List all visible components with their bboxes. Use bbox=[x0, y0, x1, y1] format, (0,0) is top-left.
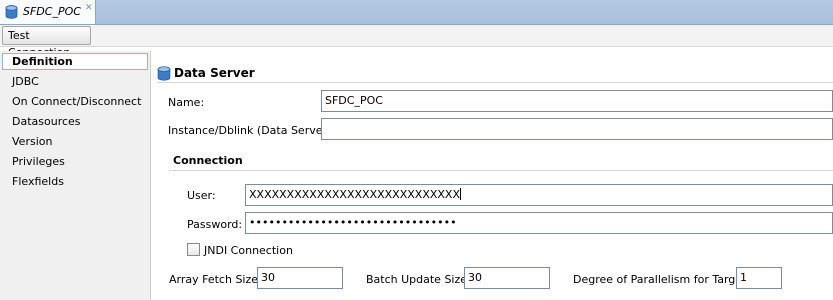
password-label: Password: bbox=[187, 218, 243, 231]
nav-item-jdbc[interactable]: JDBC bbox=[12, 75, 39, 88]
section-title-data-server: Data Server bbox=[174, 66, 255, 80]
toolbar bbox=[0, 25, 833, 47]
user-label: User: bbox=[187, 189, 216, 202]
array-fetch-field[interactable]: 30 bbox=[257, 267, 343, 289]
section-title-connection: Connection bbox=[173, 154, 243, 167]
close-icon[interactable]: ✕ bbox=[85, 3, 93, 13]
database-icon bbox=[5, 5, 18, 22]
batch-update-field[interactable]: 30 bbox=[464, 267, 550, 289]
batch-update-label: Batch Update Size: bbox=[366, 273, 471, 286]
nav-item-label: Definition bbox=[12, 55, 73, 68]
tab-sfdc-poc[interactable]: SFDC_POC ✕ bbox=[0, 0, 96, 24]
test-connection-button[interactable]: Test Connection bbox=[2, 26, 91, 59]
jndi-checkbox[interactable] bbox=[187, 243, 200, 256]
instance-field[interactable] bbox=[321, 118, 833, 140]
nav-item-datasources[interactable]: Datasources bbox=[12, 115, 81, 128]
nav-item-on-connect-disconnect[interactable]: On Connect/Disconnect bbox=[12, 95, 141, 108]
password-field[interactable]: •••••••••••••••••••••••••••••••• bbox=[245, 212, 833, 234]
tab-title: SFDC_POC bbox=[23, 5, 81, 18]
nav-item-definition[interactable]: Definition bbox=[2, 53, 148, 70]
instance-label: Instance/Dblink (Data Server): bbox=[168, 124, 336, 137]
section-divider bbox=[157, 82, 833, 83]
editor-tab-strip bbox=[0, 0, 833, 25]
name-label: Name: bbox=[168, 96, 205, 109]
array-fetch-label: Array Fetch Size: bbox=[169, 273, 262, 286]
nav-item-privileges[interactable]: Privileges bbox=[12, 155, 65, 168]
nav-item-flexfields[interactable]: Flexfields bbox=[12, 175, 64, 188]
user-value: XXXXXXXXXXXXXXXXXXXXXXXXXXXX bbox=[249, 188, 460, 201]
parallelism-field[interactable]: 1 bbox=[736, 267, 782, 289]
name-field[interactable]: SFDC_POC bbox=[321, 90, 833, 112]
nav-item-version[interactable]: Version bbox=[12, 135, 52, 148]
jndi-label: JNDI Connection bbox=[204, 244, 293, 257]
text-caret bbox=[460, 188, 461, 200]
parallelism-label: Degree of Parallelism for Target: bbox=[573, 273, 751, 286]
user-field[interactable]: XXXXXXXXXXXXXXXXXXXXXXXXXXXX bbox=[245, 184, 833, 206]
section-divider bbox=[169, 170, 833, 171]
